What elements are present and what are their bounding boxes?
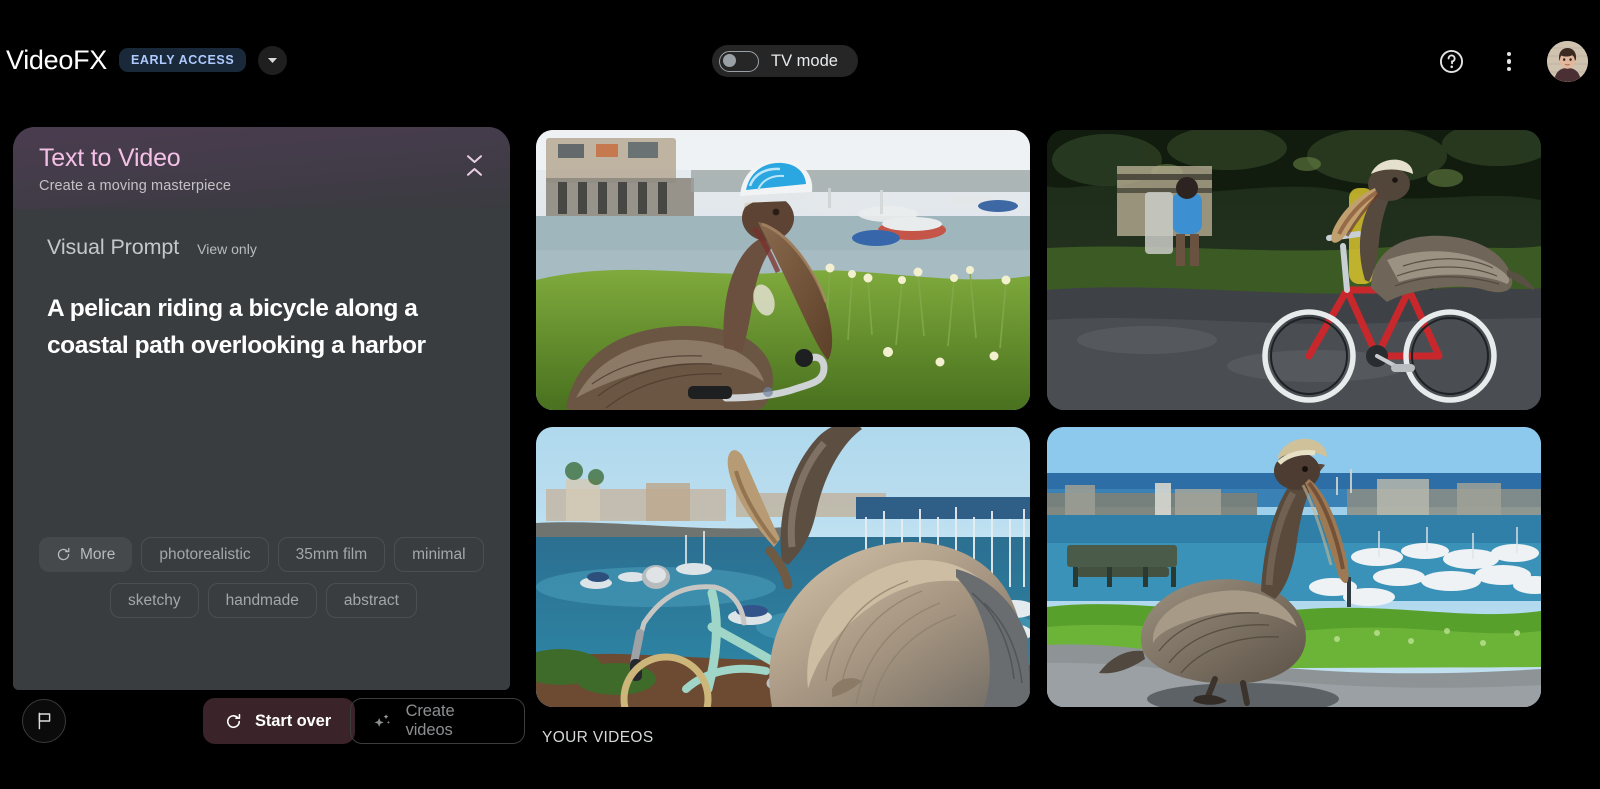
start-over-label: Start over: [255, 711, 332, 730]
sparkle-icon: [374, 713, 391, 727]
prompt-text: A pelican riding a bicycle along a coast…: [47, 295, 426, 359]
video-grid-row: [536, 427, 1584, 707]
help-button[interactable]: [1431, 42, 1471, 82]
brand-zone: VideoFX EARLY ACCESS: [6, 45, 288, 75]
chip-35mm-film[interactable]: 35mm film: [277, 537, 386, 572]
chip-minimal[interactable]: minimal: [394, 537, 484, 572]
more-vertical-icon: [1506, 51, 1512, 72]
prompt-access-badge: View only: [197, 241, 257, 257]
user-avatar-image: [1547, 41, 1588, 82]
report-button[interactable]: [22, 699, 66, 743]
video-thumbnail-2-image: [1047, 130, 1541, 410]
top-bar: VideoFX EARLY ACCESS TV mode: [0, 0, 1600, 122]
prompt-label: Visual Prompt: [47, 235, 180, 259]
create-videos-button[interactable]: Create videos: [350, 698, 525, 744]
your-videos-label: YOUR VIDEOS: [542, 729, 654, 746]
help-circle-icon: [1439, 49, 1463, 74]
avatar[interactable]: [1547, 41, 1588, 82]
chip-handmade[interactable]: handmade: [207, 583, 317, 618]
style-chips-row-2: sketchy handmade abstract: [39, 583, 488, 618]
action-bar: Start over Create videos: [13, 698, 525, 744]
app-title: VideoFX: [6, 45, 107, 75]
overflow-menu-button[interactable]: [1489, 42, 1529, 82]
chevron-down-icon: [268, 57, 278, 63]
brand-dropdown-button[interactable]: [258, 45, 288, 75]
tv-mode-switch[interactable]: [719, 50, 759, 72]
top-bar-actions: [1431, 41, 1588, 82]
refresh-icon: [226, 713, 241, 728]
video-grid-row: [536, 130, 1584, 410]
flag-icon: [38, 712, 50, 730]
page-title: Text to Video: [39, 144, 181, 172]
video-thumbnail-4-image: [1047, 427, 1541, 707]
video-thumbnail-3[interactable]: [536, 427, 1030, 707]
chip-abstract[interactable]: abstract: [325, 583, 417, 618]
tv-mode-label: TV mode: [771, 51, 838, 70]
chevron-down-icon: [467, 155, 482, 163]
chip-more-button[interactable]: More: [39, 537, 133, 572]
tv-mode-toggle[interactable]: TV mode: [712, 45, 858, 77]
refresh-icon: [57, 547, 70, 561]
create-videos-label: Create videos: [405, 702, 455, 739]
prompt-header: Visual Prompt View only: [47, 235, 478, 260]
video-thumbnail-1[interactable]: [536, 130, 1030, 410]
panel-header: Text to Video Create a moving masterpiec…: [13, 127, 510, 209]
video-thumbnail-4[interactable]: [1047, 427, 1541, 707]
video-thumbnail-1-image: [536, 130, 1030, 410]
panel-body: Visual Prompt View only A pelican riding…: [13, 209, 510, 690]
chip-photorealistic[interactable]: photorealistic: [141, 537, 269, 572]
video-thumbnail-2[interactable]: [1047, 130, 1541, 410]
early-access-badge: EARLY ACCESS: [118, 48, 247, 72]
switch-knob: [722, 54, 736, 67]
chevron-up-icon: [467, 168, 482, 176]
panel-subtitle: Create a moving masterpiece: [39, 178, 232, 194]
video-thumbnail-3-image: [536, 427, 1030, 707]
start-over-button[interactable]: Start over: [203, 698, 356, 744]
panel-expand-collapse-button[interactable]: [466, 154, 483, 177]
chip-sketchy[interactable]: sketchy: [110, 583, 199, 618]
style-chips-row-1: More photorealistic 35mm film minimal: [39, 537, 488, 572]
video-grid: [536, 130, 1584, 724]
text-to-video-panel: Text to Video Create a moving masterpiec…: [13, 127, 510, 690]
style-chips: More photorealistic 35mm film minimal sk…: [39, 537, 488, 618]
videofx-app: VideoFX EARLY ACCESS TV mode Text to Vid…: [0, 0, 1600, 789]
chip-label: More: [80, 545, 116, 563]
